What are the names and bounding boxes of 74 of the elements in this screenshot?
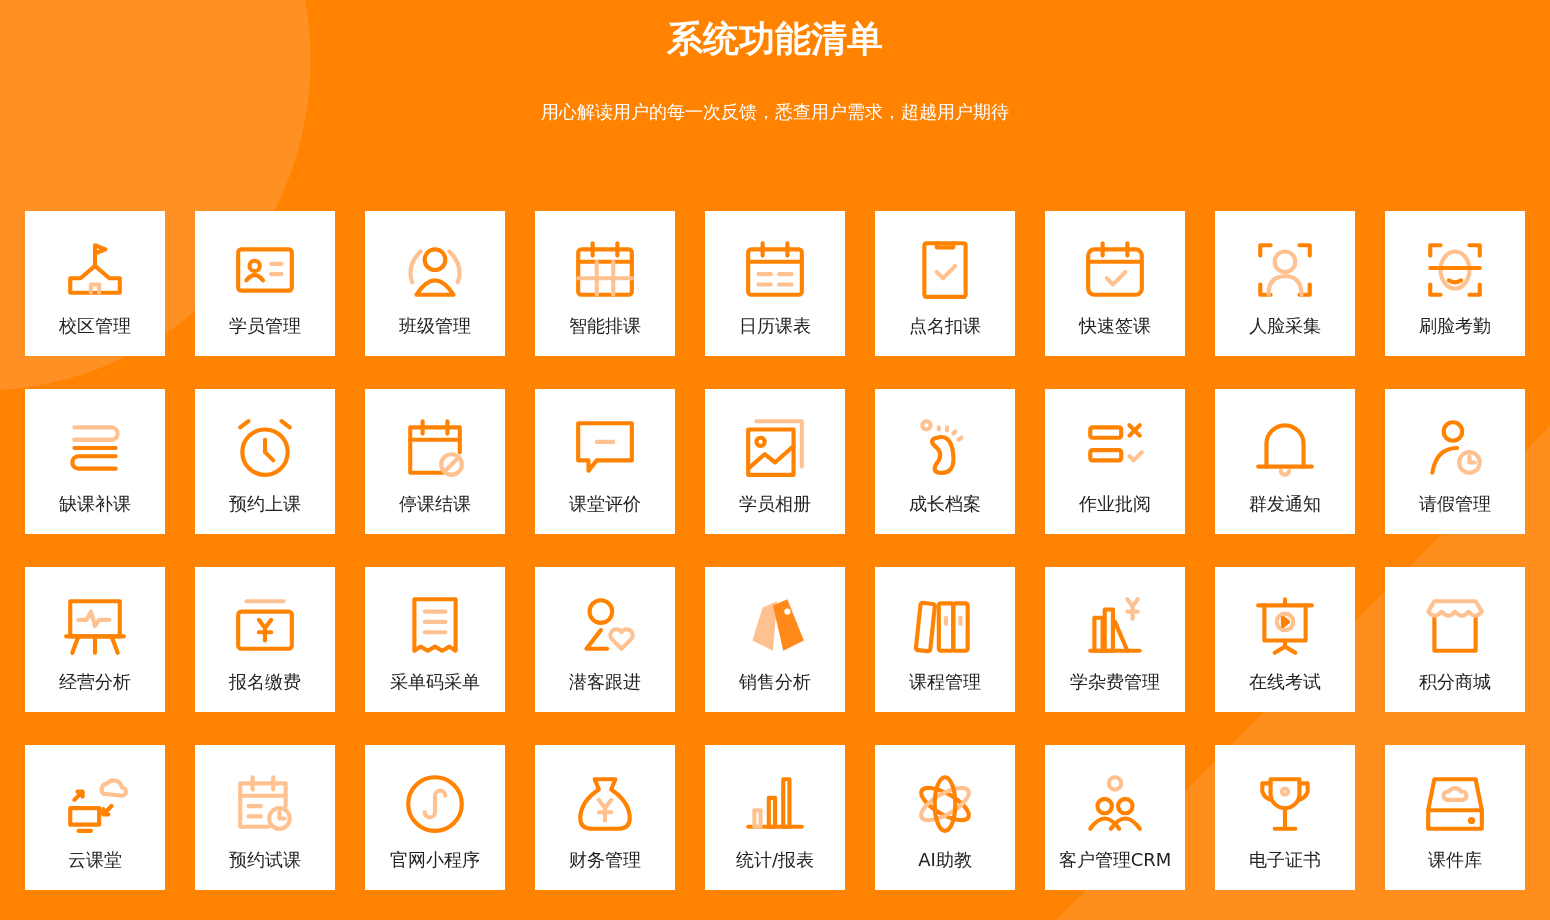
feature-tile[interactable]: 报名缴费 bbox=[195, 567, 335, 712]
feature-tile[interactable]: 点名扣课 bbox=[875, 211, 1015, 356]
feature-tile[interactable]: 经营分析 bbox=[25, 567, 165, 712]
feature-tile[interactable]: 客户管理CRM bbox=[1045, 745, 1185, 890]
feature-label: 学杂费管理 bbox=[1070, 671, 1160, 693]
feature-tile[interactable]: 预约上课 bbox=[195, 389, 335, 534]
feature-tile[interactable]: 停课结课 bbox=[365, 389, 505, 534]
feature-label: 刷脸考勤 bbox=[1419, 315, 1491, 337]
feature-tile[interactable]: 人脸采集 bbox=[1215, 211, 1355, 356]
feature-label: 客户管理CRM bbox=[1058, 849, 1172, 871]
feature-label: 课程管理 bbox=[909, 671, 981, 693]
feature-label: 在线考试 bbox=[1249, 671, 1321, 693]
feature-label: 请假管理 bbox=[1419, 493, 1491, 515]
feature-tile[interactable]: 采单码采单 bbox=[365, 567, 505, 712]
feature-label: 官网小程序 bbox=[390, 849, 480, 871]
feature-label: 缺课补课 bbox=[59, 493, 131, 515]
feature-label: 快速签课 bbox=[1079, 315, 1151, 337]
feature-tile[interactable]: 刷脸考勤 bbox=[1385, 211, 1525, 356]
feature-tile[interactable]: 日历课表 bbox=[705, 211, 845, 356]
feature-label: 班级管理 bbox=[399, 315, 471, 337]
feature-label: 课件库 bbox=[1428, 849, 1482, 871]
feature-tile[interactable]: 销售分析 bbox=[705, 567, 845, 712]
feature-tile[interactable]: 成长档案 bbox=[875, 389, 1015, 534]
feature-tile[interactable]: 积分商城 bbox=[1385, 567, 1525, 712]
feature-label: 作业批阅 bbox=[1079, 493, 1151, 515]
page-subtitle: 用心解读用户的每一次反馈，悉查用户需求，超越用户期待 bbox=[541, 100, 1009, 124]
feature-label: 采单码采单 bbox=[390, 671, 480, 693]
feature-label: 学员相册 bbox=[739, 493, 811, 515]
feature-tile[interactable]: AI助教 bbox=[875, 745, 1015, 890]
feature-tile[interactable]: 群发通知 bbox=[1215, 389, 1355, 534]
feature-tile[interactable]: 课程管理 bbox=[875, 567, 1015, 712]
feature-tile[interactable]: 潜客跟进 bbox=[535, 567, 675, 712]
feature-tile[interactable]: 班级管理 bbox=[365, 211, 505, 356]
feature-label: 财务管理 bbox=[569, 849, 641, 871]
feature-label: 校区管理 bbox=[59, 315, 131, 337]
feature-tile[interactable]: 预约试课 bbox=[195, 745, 335, 890]
feature-label: 群发通知 bbox=[1249, 493, 1321, 515]
feature-label: 积分商城 bbox=[1419, 671, 1491, 693]
feature-tile[interactable]: 官网小程序 bbox=[365, 745, 505, 890]
feature-label: AI助教 bbox=[918, 849, 972, 871]
feature-tile[interactable]: 统计/报表 bbox=[705, 745, 845, 890]
feature-label: 日历课表 bbox=[739, 315, 811, 337]
feature-label: 点名扣课 bbox=[909, 315, 981, 337]
feature-tile[interactable]: 电子证书 bbox=[1215, 745, 1355, 890]
feature-tile[interactable]: 缺课补课 bbox=[25, 389, 165, 534]
feature-tile[interactable]: 财务管理 bbox=[535, 745, 675, 890]
feature-tile[interactable]: 智能排课 bbox=[535, 211, 675, 356]
feature-tile[interactable]: 校区管理 bbox=[25, 211, 165, 356]
feature-label: 停课结课 bbox=[399, 493, 471, 515]
feature-label: 报名缴费 bbox=[229, 671, 301, 693]
feature-label: 电子证书 bbox=[1249, 849, 1321, 871]
feature-label: 人脸采集 bbox=[1249, 315, 1321, 337]
feature-label: 潜客跟进 bbox=[569, 671, 641, 693]
feature-label: 预约试课 bbox=[229, 849, 301, 871]
feature-label: 预约上课 bbox=[229, 493, 301, 515]
feature-tile[interactable]: 请假管理 bbox=[1385, 389, 1525, 534]
feature-label: 经营分析 bbox=[59, 671, 131, 693]
feature-tile[interactable]: 课堂评价 bbox=[535, 389, 675, 534]
feature-label: 课堂评价 bbox=[569, 493, 641, 515]
feature-label: 云课堂 bbox=[68, 849, 122, 871]
feature-label: 智能排课 bbox=[569, 315, 641, 337]
feature-tile[interactable]: 学员相册 bbox=[705, 389, 845, 534]
feature-label: 销售分析 bbox=[739, 671, 811, 693]
feature-tile[interactable]: 学杂费管理 bbox=[1045, 567, 1185, 712]
feature-tile[interactable]: 课件库 bbox=[1385, 745, 1525, 890]
feature-tile[interactable]: 云课堂 bbox=[25, 745, 165, 890]
feature-tile[interactable]: 快速签课 bbox=[1045, 211, 1185, 356]
feature-tile[interactable]: 作业批阅 bbox=[1045, 389, 1185, 534]
feature-tile[interactable]: 在线考试 bbox=[1215, 567, 1355, 712]
feature-label: 学员管理 bbox=[229, 315, 301, 337]
feature-label: 统计/报表 bbox=[735, 849, 815, 871]
feature-tile[interactable]: 学员管理 bbox=[195, 211, 335, 356]
page-title: 系统功能清单 bbox=[667, 17, 883, 61]
feature-label: 成长档案 bbox=[909, 493, 981, 515]
